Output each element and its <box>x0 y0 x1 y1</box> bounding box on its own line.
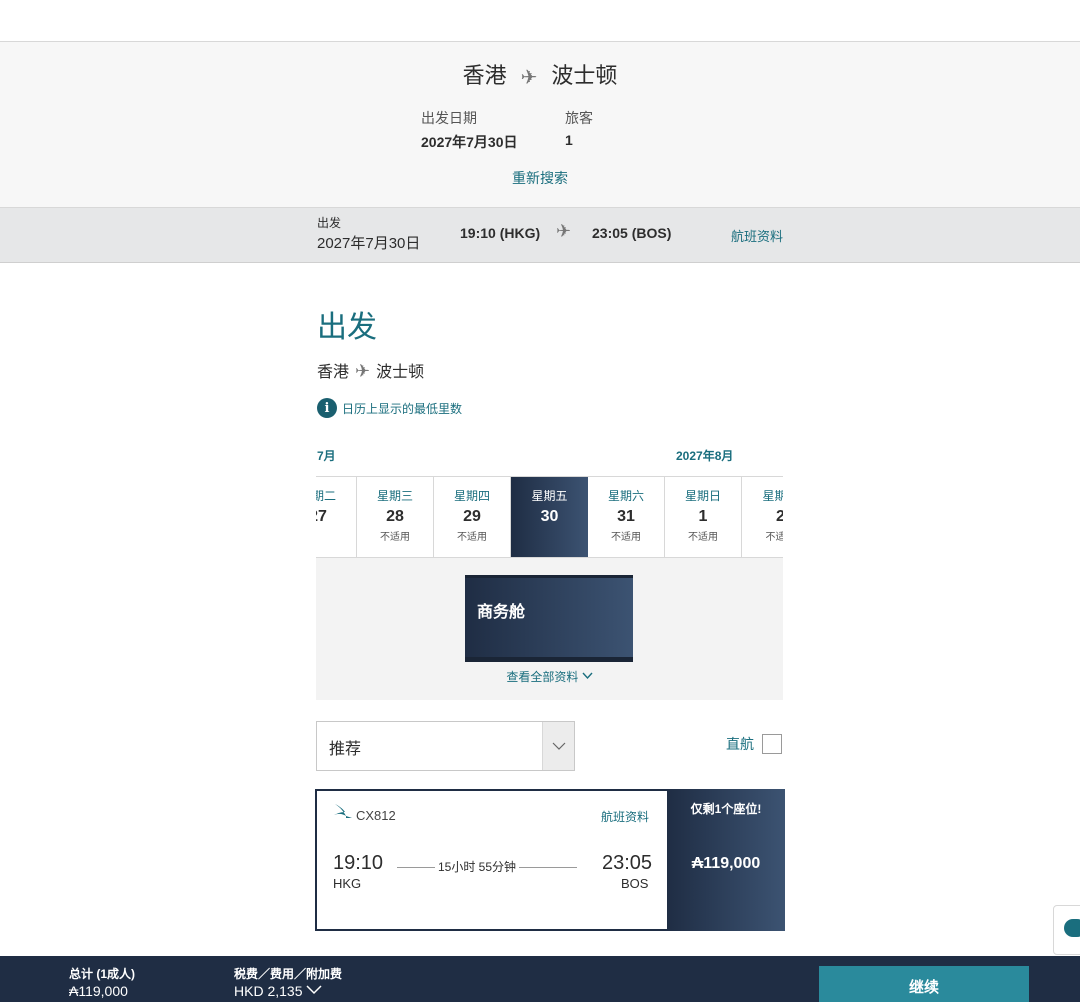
calendar-date: 29 <box>463 508 481 525</box>
chevron-down-icon <box>582 672 593 680</box>
fare-price: ₳119,000 <box>691 855 761 872</box>
sub-route-origin: 香港 <box>317 364 350 381</box>
calendar-day-29[interactable]: 星期四 29 不适用 <box>434 477 511 557</box>
arrival-time: 23:05 <box>602 852 653 874</box>
arrival-airport: BOS <box>621 876 649 891</box>
segment-date: 2027年7月30日 <box>317 235 421 252</box>
segment-departure: 19:10 (HKG) <box>460 225 541 241</box>
cabin-tab-business[interactable]: 商务舱 <box>465 575 633 662</box>
total-value: ₳119,000 <box>69 983 128 999</box>
chat-button[interactable] <box>1053 905 1080 955</box>
departure-date-value: 2027年7月30日 <box>421 134 518 150</box>
top-bar <box>0 0 1080 42</box>
view-all-label: 查看全部资料 <box>506 670 579 684</box>
calendar-dow: 星期一 <box>762 489 783 503</box>
calendar-status: 不适用 <box>611 532 641 543</box>
taxes-label: 税费／费用／附加费 <box>234 967 343 981</box>
page-title: 出发 <box>317 311 377 344</box>
taxes-toggle[interactable]: HKD 2,135 <box>234 983 322 999</box>
calendar-date: 2 <box>742 508 783 526</box>
date-calendar[interactable]: 星期二 27 星期三 28 不适用 星期四 29 不适用 星期五 30 星期六 … <box>316 476 783 558</box>
taxes-value: HKD 2,135 <box>234 983 303 999</box>
plane-icon: ✈ <box>556 221 572 241</box>
segment-arrival: 23:05 (BOS) <box>592 225 672 241</box>
direct-flight-checkbox[interactable] <box>762 734 782 754</box>
passenger-value: 1 <box>565 132 573 148</box>
calendar-day-28[interactable]: 星期三 28 不适用 <box>357 477 434 557</box>
departure-date-info: 出发日期 2027年7月30日 <box>421 108 518 152</box>
airline-logo-icon <box>333 803 353 826</box>
month-label-left: 7月 <box>317 449 336 463</box>
calendar-dow: 星期六 <box>607 489 644 503</box>
calendar-status: 不适用 <box>688 532 718 543</box>
calendar-note-text: 日历上显示的最低里数 <box>342 401 463 416</box>
info-icon[interactable]: i <box>317 398 337 418</box>
flight-details-link[interactable]: 航班资料 <box>601 808 649 825</box>
fare-price-panel[interactable]: 仅剩1个座位! ₳119,000 <box>667 789 785 931</box>
departure-time: 19:10 <box>333 852 384 874</box>
research-link[interactable]: 重新搜索 <box>0 168 1080 188</box>
summary-route: 香港 ✈ 波士顿 <box>0 58 1080 90</box>
calendar-status: 不适用 <box>457 532 487 543</box>
segment-direction: 出发 <box>317 216 342 230</box>
passenger-label: 旅客 <box>565 110 593 126</box>
calendar-day-2[interactable]: 星期一 2 不适用 <box>742 477 784 557</box>
calendar-note: i 日历上显示的最低里数 <box>317 398 462 418</box>
calendar-dow: 星期二 <box>316 489 336 503</box>
month-label-right: 2027年8月 <box>676 449 734 463</box>
calendar-track: 星期二 27 星期三 28 不适用 星期四 29 不适用 星期五 30 星期六 … <box>316 477 784 557</box>
flight-duration: 15小时 55分钟 <box>435 858 520 875</box>
calendar-date: 27 <box>316 508 327 525</box>
flight-number: CX812 <box>356 808 396 823</box>
calendar-date: 31 <box>617 508 635 525</box>
search-summary: 香港 ✈ 波士顿 出发日期 2027年7月30日 旅客 1 重新搜索 <box>0 42 1080 208</box>
seats-left-badge: 仅剩1个座位! <box>690 802 762 816</box>
sub-route: 香港 ✈ 波士顿 <box>317 358 424 382</box>
calendar-date: 1 <box>698 508 708 525</box>
sort-dropdown[interactable]: 推荐 <box>316 721 575 771</box>
chevron-down-icon[interactable] <box>542 722 574 770</box>
calendar-day-1[interactable]: 星期日 1 不适用 <box>665 477 742 557</box>
departure-date-label: 出发日期 <box>421 110 477 126</box>
calendar-date: 30 <box>540 508 559 525</box>
summary-origin: 香港 <box>462 63 507 88</box>
calendar-day-27[interactable]: 星期二 27 <box>316 477 357 557</box>
calendar-day-31[interactable]: 星期六 31 不适用 <box>588 477 665 557</box>
calendar-dow: 星期五 <box>531 489 568 503</box>
segment-details-link[interactable]: 航班资料 <box>731 226 783 245</box>
segment-bar: 出发 2027年7月30日 19:10 (HKG) ✈ 23:05 (BOS) … <box>0 208 1080 263</box>
total-label: 总计 (1成人) <box>69 967 136 981</box>
plane-icon: ✈ <box>355 361 371 381</box>
bottom-summary-bar: 总计 (1成人) ₳119,000 税费／费用／附加费 HKD 2,135 继续 <box>0 956 1080 1002</box>
calendar-day-30-selected[interactable]: 星期五 30 <box>511 477 588 557</box>
calendar-status: 不适用 <box>765 532 784 543</box>
chat-icon <box>1064 919 1080 937</box>
calendar-dow: 星期日 <box>684 489 721 503</box>
calendar-status: 不适用 <box>380 532 410 543</box>
plane-icon: ✈ <box>520 67 538 89</box>
flight-card[interactable]: CX812 航班资料 19:10 HKG 15小时 55分钟 23:05 BOS… <box>315 789 785 931</box>
view-all-details-link[interactable]: 查看全部资料 <box>316 668 783 685</box>
passenger-info: 旅客 1 <box>565 108 593 148</box>
calendar-date: 28 <box>386 508 404 525</box>
continue-button[interactable]: 继续 <box>819 966 1029 1002</box>
calendar-dow: 星期四 <box>453 489 490 503</box>
cabin-selector: 商务舱 查看全部资料 <box>316 558 783 700</box>
chevron-down-icon <box>306 985 322 995</box>
calendar-dow: 星期三 <box>376 489 413 503</box>
summary-destination: 波士顿 <box>551 63 618 88</box>
departure-airport: HKG <box>333 876 362 891</box>
cabin-tab-label: 商务舱 <box>477 604 526 621</box>
sub-route-destination: 波士顿 <box>376 364 425 381</box>
sort-dropdown-value: 推荐 <box>329 741 362 758</box>
direct-flight-label[interactable]: 直航 <box>726 734 754 754</box>
